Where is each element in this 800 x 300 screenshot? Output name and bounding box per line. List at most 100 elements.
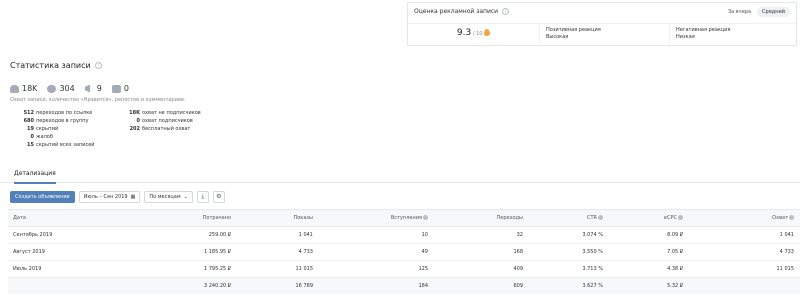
- help-icon[interactable]: ?: [94, 62, 102, 69]
- cell-joins: 125: [418, 266, 428, 272]
- positive-reaction-label: Позитивная реакция: [546, 27, 601, 33]
- total-spent: 3 240.20 ₽: [203, 283, 231, 289]
- stat-value: 512: [23, 110, 34, 116]
- settings-button[interactable]: ⚙: [212, 191, 225, 203]
- date-range-picker[interactable]: Июль – Сен 2019 ▦: [78, 191, 141, 203]
- cell-reach: 11 015: [776, 266, 795, 272]
- cell-clicks: 32: [516, 232, 523, 238]
- stat-value: 18K: [129, 110, 140, 116]
- column-header-clicks[interactable]: Переходы: [428, 215, 523, 221]
- total-ecpc: 5.32 ₽: [667, 283, 683, 289]
- grouping-label: По месяцам: [149, 194, 181, 200]
- negative-reaction-cell: Негативная реакция Низкая: [670, 24, 796, 45]
- negative-reaction-value: Низкая: [676, 34, 695, 40]
- cell-ctr: 3.074 %: [582, 232, 603, 238]
- rating-values-row: 9.3 / 10 Позитивная реакция Высокая Нега…: [408, 23, 796, 45]
- download-button[interactable]: ⤓: [196, 191, 209, 203]
- total-clicks: 609: [513, 283, 523, 289]
- column-header-label: eCPC: [663, 215, 677, 221]
- ad-rating-header: Оценка рекламной записи ?: [414, 8, 510, 15]
- column-header-label: Вступления: [390, 215, 422, 221]
- stat-row: 18K охват не подписчиков: [116, 109, 226, 117]
- stat-label: переходов по ссылке: [36, 110, 93, 116]
- toolbar: Создать объявление Июль – Сен 2019 ▦ По …: [10, 191, 225, 203]
- ad-rating-title: Оценка рекламной записи: [414, 8, 499, 15]
- cell-joins: 49: [421, 249, 428, 255]
- comments-count: 0: [123, 84, 129, 93]
- rating-score-scale: / 10: [472, 31, 483, 37]
- column-header-date[interactable]: Дата: [8, 215, 63, 221]
- column-header-label: Охват: [772, 215, 788, 221]
- total-joins: 184: [418, 283, 428, 289]
- table-header: Дата Потрачено Показы Вступления Переход…: [8, 209, 800, 227]
- create-ad-button[interactable]: Создать объявление: [10, 191, 75, 203]
- column-header-spent[interactable]: Потрачено: [63, 215, 231, 221]
- stat-label: жалоб: [36, 134, 53, 140]
- stat-value: 202: [129, 126, 140, 132]
- users-icon: [10, 84, 19, 93]
- column-header-reach[interactable]: Охват: [683, 215, 794, 221]
- stat-label: скрытий всех записей: [36, 142, 95, 148]
- total-impressions: 16 789: [295, 283, 314, 289]
- cell-date: Июль 2019: [13, 266, 42, 272]
- stat-value: 0: [30, 134, 34, 140]
- flame-icon: [484, 29, 491, 36]
- column-header-ctr[interactable]: CTR: [523, 215, 603, 221]
- cell-spent: 1 795.25 ₽: [203, 266, 231, 272]
- download-icon: ⤓: [201, 193, 205, 200]
- period-option-yesterday[interactable]: За вчера: [726, 7, 753, 17]
- positive-reaction-cell: Позитивная реакция Высокая: [540, 24, 670, 45]
- reposts-count: 9: [96, 84, 102, 93]
- cell-joins: 10: [421, 232, 428, 238]
- chevron-down-icon: ⌄: [183, 194, 188, 200]
- help-icon[interactable]: [789, 215, 794, 220]
- cell-ecpc: 8.09 ₽: [667, 232, 683, 238]
- table-total-row: 3 240.20 ₽ 16 789 184 609 3.627 % 5.32 ₽: [8, 278, 800, 294]
- cell-ecpc: 7.05 ₽: [667, 249, 683, 255]
- stat-value: 19: [27, 126, 34, 132]
- table-row: Сентябрь 2019 259.00 ₽ 1 041 10 32 3.074…: [8, 227, 800, 244]
- stats-left-column: 512 переходов по ссылке 680 переходов в гр…: [10, 109, 120, 149]
- cell-clicks: 168: [513, 249, 523, 255]
- cell-spent: 1 185.95 ₽: [203, 249, 231, 255]
- stats-table: Дата Потрачено Показы Вступления Переход…: [8, 209, 800, 294]
- stats-title: Статистика записи: [10, 61, 91, 70]
- rating-score: 9.3: [456, 28, 472, 38]
- tab-details[interactable]: Детализация: [14, 170, 56, 184]
- comment-icon: [111, 84, 121, 93]
- stat-label: охват не подписчиков: [142, 110, 201, 116]
- cell-ctr: 3.713 %: [582, 266, 603, 272]
- date-range-label: Июль – Сен 2019: [83, 194, 128, 200]
- column-header-impressions[interactable]: Показы: [231, 215, 313, 221]
- ad-rating-card: Оценка рекламной записи ? За вчера Средн…: [407, 2, 797, 46]
- stat-row: 19 скрытий: [10, 125, 120, 133]
- stat-row: 0 охват подписчиков: [116, 117, 226, 125]
- column-header-joins[interactable]: Вступления: [313, 215, 428, 221]
- stats-counters: 18K 304 9 0: [10, 84, 129, 93]
- stat-value: 0: [136, 118, 140, 124]
- negative-reaction-label: Негативная реакция: [676, 27, 731, 33]
- rating-score-cell: 9.3 / 10: [408, 24, 540, 45]
- stat-row: 15 скрытий всех записей: [10, 141, 120, 149]
- stats-right-column: 18K охват не подписчиков 0 охват подписчик…: [116, 109, 226, 133]
- column-header-ecpc[interactable]: eCPC: [603, 215, 683, 221]
- gear-icon: ⚙: [216, 193, 222, 200]
- stat-label: переходов в группу: [36, 118, 89, 124]
- cell-impressions: 1 041: [298, 232, 313, 238]
- help-icon[interactable]: ?: [502, 8, 510, 15]
- stat-row: 0 жалоб: [10, 133, 120, 141]
- reach-count: 18K: [22, 84, 38, 93]
- tab-bar: Детализация: [0, 166, 800, 184]
- table-row: Август 2019 1 185.95 ₽ 4 733 49 168 3.55…: [8, 244, 800, 261]
- cell-ecpc: 4.38 ₽: [667, 266, 683, 272]
- reach-counter: 18K: [10, 84, 37, 93]
- calendar-icon: ▦: [130, 194, 136, 200]
- grouping-select[interactable]: По месяцам ⌄: [144, 191, 193, 203]
- stats-header: Статистика записи ?: [10, 61, 102, 70]
- cell-date: Сентябрь 2019: [13, 232, 53, 238]
- megaphone-icon: [84, 84, 91, 93]
- period-option-average[interactable]: Средний: [757, 7, 790, 17]
- likes-count: 304: [59, 84, 75, 93]
- total-ctr: 3.627 %: [582, 283, 603, 289]
- cell-spent: 259.00 ₽: [208, 232, 231, 238]
